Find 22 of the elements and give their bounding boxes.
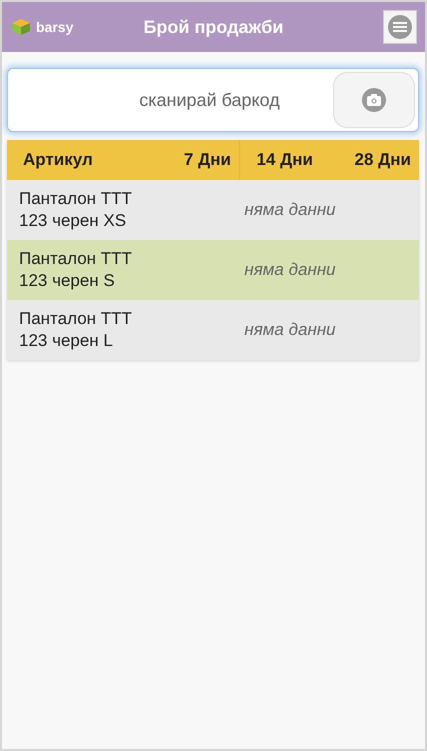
- column-header: 14 Дни: [239, 140, 330, 180]
- table-row[interactable]: Панталон ТТТ 123 черен XS няма данни: [7, 180, 419, 240]
- item-name: Панталон ТТТ 123 черен XS: [7, 180, 161, 240]
- table-row[interactable]: Панталон ТТТ 123 черен S няма данни: [7, 240, 419, 300]
- column-header: 7 Дни: [161, 140, 240, 180]
- table-row[interactable]: Панталон ТТТ 123 черен L няма данни: [7, 300, 419, 360]
- no-data-text: няма данни: [161, 300, 419, 360]
- column-header: Артикул: [7, 140, 161, 180]
- logo-text: barsy: [36, 19, 74, 35]
- camera-button[interactable]: [333, 72, 415, 128]
- menu-icon: [387, 14, 413, 40]
- item-name: Панталон ТТТ 123 черен S: [7, 240, 161, 300]
- column-header: 28 Дни: [330, 140, 419, 180]
- barcode-field[interactable]: сканирай баркод: [8, 88, 333, 112]
- menu-button[interactable]: [383, 10, 417, 44]
- no-data-text: няма данни: [161, 240, 419, 300]
- item-name: Панталон ТТТ 123 черен L: [7, 300, 161, 360]
- logo-icon: [10, 18, 32, 36]
- camera-icon: [362, 88, 386, 112]
- no-data-text: няма данни: [161, 180, 419, 240]
- barcode-field-frame[interactable]: сканирай баркод: [7, 68, 419, 132]
- page-title: Брой продажби: [143, 16, 284, 38]
